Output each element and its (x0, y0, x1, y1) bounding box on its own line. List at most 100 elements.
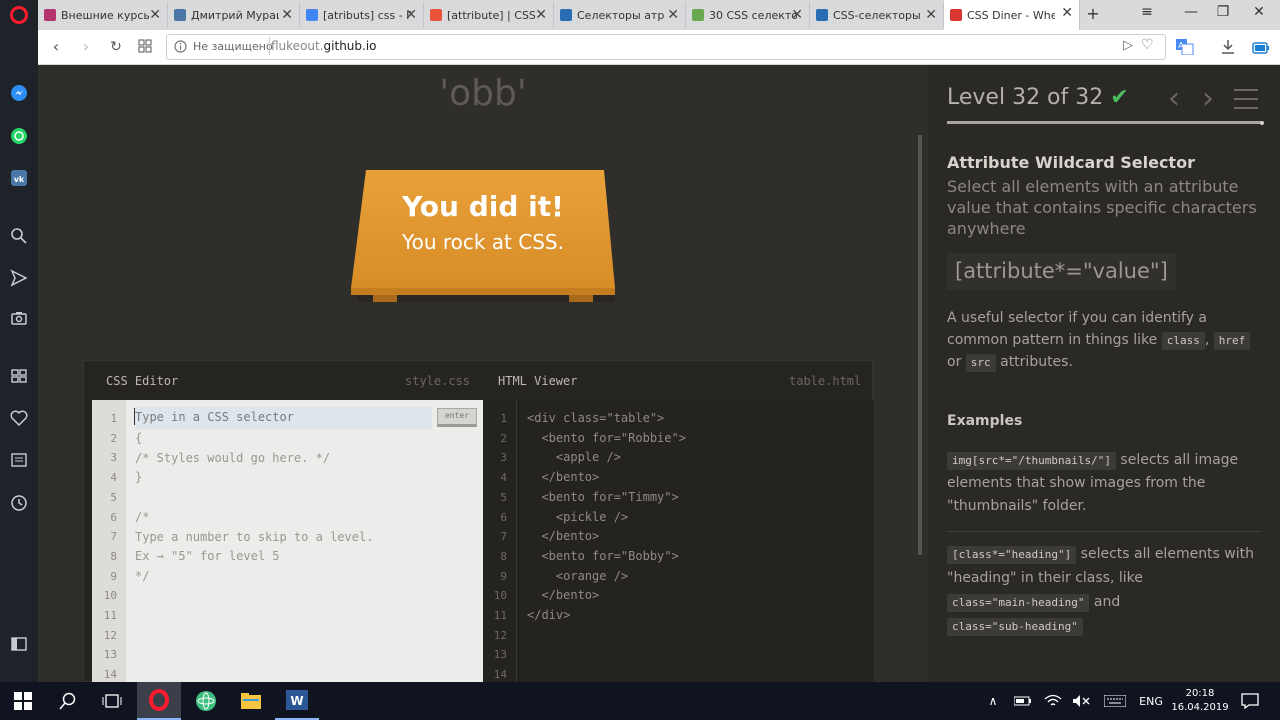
prev-level-button[interactable]: ‹ (1168, 81, 1180, 116)
speed-dial-button[interactable] (135, 38, 155, 57)
tab-label: CSS-селекторы (833, 8, 921, 22)
back-button[interactable]: ‹ (46, 37, 66, 56)
keyboard-icon[interactable] (1100, 682, 1130, 720)
table-plate: You did it! You rock at CSS. (351, 170, 615, 302)
volume-muted-icon[interactable] (1068, 682, 1094, 720)
messenger-icon[interactable] (9, 83, 29, 103)
vk-icon[interactable]: vk (9, 168, 29, 188)
action-center-icon[interactable] (1236, 682, 1264, 720)
file-explorer-icon[interactable] (229, 682, 273, 720)
url-field[interactable]: Не защищено flukeout.github.io ▷ ♡ (166, 34, 1166, 60)
line-number: 9 (500, 569, 507, 583)
line-number: 1 (110, 412, 117, 425)
tab-4[interactable]: [attribute] | CSS ✕ (424, 2, 554, 28)
speed-dial-icon[interactable] (9, 366, 29, 386)
line-number: 11 (493, 609, 507, 623)
selector-title: Attribute Wildcard Selector (947, 153, 1195, 172)
clock[interactable]: 20:18 16.04.2019 (1170, 682, 1230, 720)
level-menu-icon[interactable] (1234, 88, 1258, 114)
tab-close-icon[interactable]: ✕ (667, 7, 679, 23)
close-window-button[interactable]: ✕ (1244, 4, 1274, 20)
opera-taskbar-icon[interactable] (137, 682, 181, 720)
tab-3[interactable]: [atributs] css - Поиск✕ (300, 2, 424, 28)
new-tab-button[interactable]: + (1078, 4, 1108, 23)
tab-close-icon[interactable]: ✕ (925, 7, 937, 23)
order-instruction: 'obb' (439, 73, 527, 114)
snap-icon[interactable]: ▷ (1123, 38, 1133, 53)
atom-taskbar-icon[interactable] (184, 682, 228, 720)
tab-close-icon[interactable]: ✕ (149, 7, 161, 23)
code-line: /* (135, 509, 150, 524)
examples-title: Examples (947, 413, 1023, 429)
battery-saver-icon[interactable] (1252, 40, 1270, 59)
code-line: <div class="table"> (527, 411, 665, 425)
tab-menu-icon[interactable]: ≡ (1132, 4, 1162, 20)
heart-icon[interactable] (9, 408, 29, 428)
hint-or: or (947, 354, 962, 370)
level-label: Level 32 of 32 (947, 85, 1104, 110)
not-secure-label: Не защищено (193, 40, 273, 53)
translate-icon[interactable]: A (1176, 39, 1194, 59)
tab-favicon-icon (174, 9, 186, 21)
tab-label: 30 CSS селекторов (709, 8, 797, 22)
tab-close-icon[interactable]: ✕ (281, 7, 293, 23)
code-line: <pickle /> (527, 509, 629, 524)
send-icon[interactable] (9, 268, 29, 288)
hint-comma: , (1204, 332, 1210, 348)
tab-close-icon[interactable]: ✕ (535, 7, 547, 23)
tab-7[interactable]: CSS-селекторы ✕ (810, 2, 944, 28)
selector-syntax: [attribute*="value"] (947, 253, 1176, 290)
address-bar: ‹ › ↻ Не защищено flukeout.github.io ▷ ♡… (38, 30, 1280, 65)
battery-icon[interactable] (1010, 682, 1036, 720)
html-viewer-file: table.html (789, 374, 862, 388)
reload-button[interactable]: ↻ (106, 39, 126, 55)
tab-close-icon[interactable]: ✕ (1061, 5, 1073, 21)
bookmark-heart-icon[interactable]: ♡ (1141, 37, 1154, 53)
task-view-icon[interactable] (90, 682, 134, 720)
example-2-code-main: class="main-heading" (947, 594, 1090, 612)
language-indicator[interactable]: ENG (1134, 682, 1168, 720)
tab-1[interactable]: Внешние курсы ✕ (38, 2, 168, 28)
next-level-button[interactable]: › (1202, 81, 1214, 116)
css-code: {/* Styles would go here. */} /* Type a nu… (135, 429, 373, 587)
tab-favicon-icon (44, 9, 56, 21)
opera-logo-icon[interactable] (9, 5, 29, 25)
wifi-icon[interactable] (1040, 682, 1066, 720)
line-number: 5 (110, 490, 117, 504)
news-icon[interactable] (9, 450, 29, 470)
camera-icon[interactable] (9, 308, 29, 328)
minimize-button[interactable]: — (1176, 4, 1206, 20)
example-2-code: [class*="heading"] (947, 546, 1077, 564)
tab-close-icon[interactable]: ✕ (405, 7, 417, 23)
tab-close-icon[interactable]: ✕ (791, 7, 803, 23)
css-gutter: 1 2 3 4 5 6 7 8 9 10 11 12 13 14 (92, 400, 126, 682)
html-code: <div class="table"> <bento for="Robbie">… (527, 409, 686, 626)
tray-chevron-icon[interactable]: ∧ (982, 682, 1004, 720)
tab-bar: Внешние курсы✕Дмитрий Мурашов✕[atributs]… (38, 0, 1280, 30)
example-1-code: img[src*="/thumbnails/"] (947, 452, 1116, 470)
html-line-numbers: 1 2 3 4 5 6 7 8 9 10 11 12 13 14 (483, 400, 516, 682)
maximize-button[interactable]: ❐ (1208, 4, 1238, 20)
css-selector-input[interactable]: Type in a CSS selector (134, 407, 432, 429)
taskbar-search-icon[interactable] (46, 682, 90, 720)
search-icon[interactable] (9, 226, 29, 246)
tab-8[interactable]: CSS Diner - Where ✕ (944, 0, 1080, 30)
example-2-and: and (1093, 594, 1121, 610)
whatsapp-icon[interactable] (9, 126, 29, 146)
tab-label: Селекторы атрибутов (577, 8, 665, 22)
page-scrollbar[interactable] (918, 135, 922, 555)
download-icon[interactable] (1220, 39, 1236, 59)
code-line: } (135, 470, 143, 485)
tab-6[interactable]: 30 CSS селекторов✕ (686, 2, 810, 28)
code-line: Ex → "5" for level 5 (135, 549, 280, 564)
forward-button[interactable]: › (76, 37, 96, 56)
clock-date: 16.04.2019 (1171, 702, 1229, 713)
tab-2[interactable]: Дмитрий Мурашов✕ (168, 2, 300, 28)
tab-5[interactable]: Селекторы атрибутов✕ (554, 2, 686, 28)
history-icon[interactable] (9, 493, 29, 513)
sidebar-toggle-icon[interactable] (9, 634, 29, 654)
start-icon[interactable] (0, 682, 45, 720)
info-icon[interactable] (174, 40, 187, 56)
enter-button[interactable]: enter (437, 408, 477, 427)
word-taskbar-icon[interactable]: W (275, 682, 319, 720)
